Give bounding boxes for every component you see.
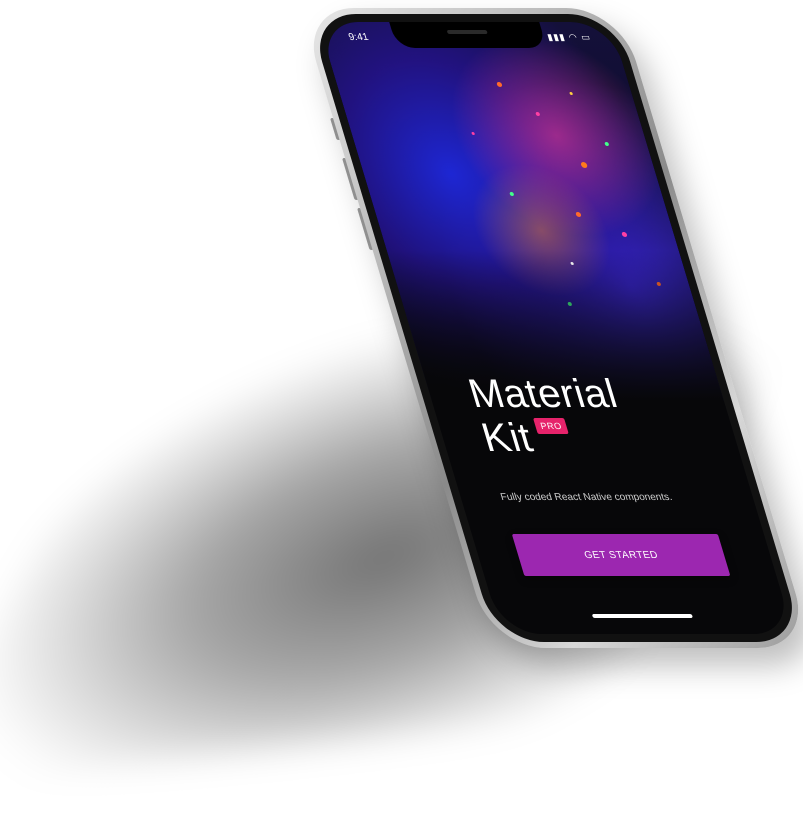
- phone-screen: 9:41 ▮▮▮ ◠ ▭ Material KitPRO Fully coded…: [318, 22, 794, 634]
- glitter-speck: [656, 282, 662, 286]
- device-scene: 9:41 ▮▮▮ ◠ ▭ Material KitPRO Fully coded…: [0, 0, 803, 819]
- home-indicator[interactable]: [591, 614, 693, 618]
- status-time: 9:41: [347, 32, 370, 43]
- glitter-speck: [496, 82, 503, 87]
- title-line-material: Material: [463, 372, 623, 416]
- hero-title: Material KitPRO: [463, 372, 636, 460]
- glitter-speck: [621, 232, 628, 237]
- status-icons: ▮▮▮ ◠ ▭: [545, 32, 593, 42]
- glitter-speck: [471, 132, 476, 135]
- notch: [389, 22, 547, 48]
- glitter-speck: [535, 112, 541, 116]
- glitter-speck: [567, 302, 573, 306]
- hero-image: [318, 22, 725, 402]
- glitter-speck: [575, 212, 582, 217]
- pro-badge: PRO: [533, 418, 570, 434]
- phone-device: 9:41 ▮▮▮ ◠ ▭ Material KitPRO Fully coded…: [300, 8, 803, 648]
- title-kit-text: Kit: [476, 416, 538, 460]
- glitter-speck: [509, 192, 515, 196]
- glitter-speck: [580, 162, 588, 168]
- glitter-speck: [604, 142, 610, 146]
- glitter-speck: [570, 262, 575, 265]
- earpiece-speaker: [446, 30, 488, 34]
- glitter-speck: [569, 92, 574, 95]
- get-started-button[interactable]: GET STARTED: [511, 534, 731, 576]
- hero-subtitle: Fully coded React Native components.: [499, 492, 674, 503]
- title-line-kit: KitPRO: [476, 416, 635, 460]
